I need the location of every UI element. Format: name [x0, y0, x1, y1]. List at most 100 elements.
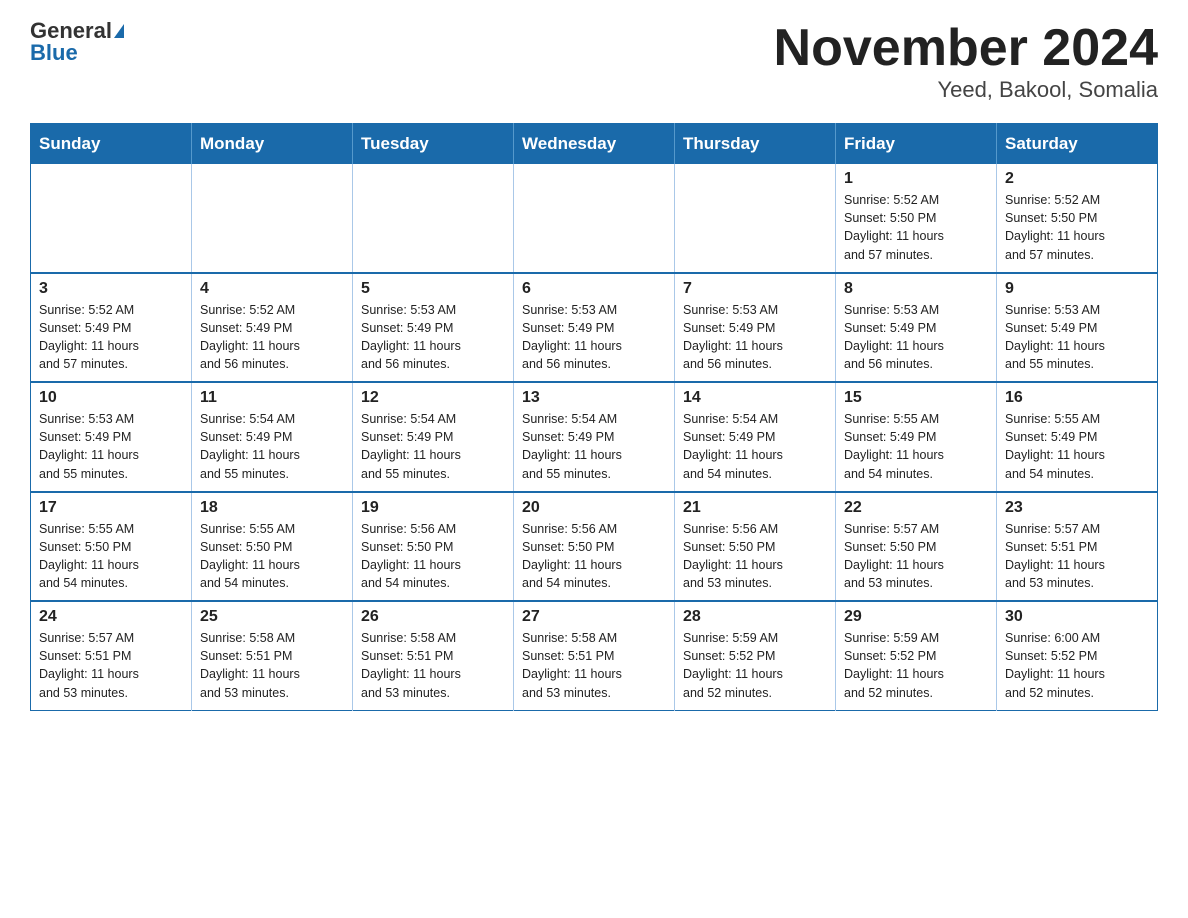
calendar-cell: 16 Sunrise: 5:55 AM Sunset: 5:49 PM Dayli… — [997, 382, 1158, 492]
day-info: Sunrise: 5:53 AM Sunset: 5:49 PM Dayligh… — [844, 301, 988, 374]
calendar-cell: 1 Sunrise: 5:52 AM Sunset: 5:50 PM Daylig… — [836, 164, 997, 273]
calendar-cell: 13 Sunrise: 5:54 AM Sunset: 5:49 PM Dayli… — [514, 382, 675, 492]
day-number: 6 — [522, 280, 666, 298]
calendar-cell: 8 Sunrise: 5:53 AM Sunset: 5:49 PM Daylig… — [836, 273, 997, 383]
day-number: 23 — [1005, 499, 1149, 517]
day-info: Sunrise: 5:52 AM Sunset: 5:49 PM Dayligh… — [200, 301, 344, 374]
calendar-cell: 29 Sunrise: 5:59 AM Sunset: 5:52 PM Dayli… — [836, 601, 997, 710]
day-number: 18 — [200, 499, 344, 517]
calendar-cell: 11 Sunrise: 5:54 AM Sunset: 5:49 PM Dayli… — [192, 382, 353, 492]
calendar-cell — [192, 164, 353, 273]
location-label: Yeed, Bakool, Somalia — [774, 77, 1158, 103]
day-number: 27 — [522, 608, 666, 626]
day-info: Sunrise: 5:57 AM Sunset: 5:51 PM Dayligh… — [1005, 520, 1149, 593]
weekday-header-row: SundayMondayTuesdayWednesdayThursdayFrid… — [31, 124, 1158, 165]
day-info: Sunrise: 5:53 AM Sunset: 5:49 PM Dayligh… — [522, 301, 666, 374]
calendar-cell: 15 Sunrise: 5:55 AM Sunset: 5:49 PM Dayli… — [836, 382, 997, 492]
day-number: 20 — [522, 499, 666, 517]
day-number: 8 — [844, 280, 988, 298]
day-info: Sunrise: 5:59 AM Sunset: 5:52 PM Dayligh… — [683, 629, 827, 702]
page-header: General Blue November 2024 Yeed, Bakool,… — [30, 20, 1158, 103]
day-info: Sunrise: 5:56 AM Sunset: 5:50 PM Dayligh… — [522, 520, 666, 593]
day-info: Sunrise: 5:52 AM Sunset: 5:50 PM Dayligh… — [1005, 191, 1149, 264]
calendar-cell: 9 Sunrise: 5:53 AM Sunset: 5:49 PM Daylig… — [997, 273, 1158, 383]
calendar-cell: 27 Sunrise: 5:58 AM Sunset: 5:51 PM Dayli… — [514, 601, 675, 710]
day-info: Sunrise: 5:55 AM Sunset: 5:50 PM Dayligh… — [39, 520, 183, 593]
calendar-cell: 30Sunrise: 6:00 AM Sunset: 5:52 PM Dayli… — [997, 601, 1158, 710]
day-info: Sunrise: 5:54 AM Sunset: 5:49 PM Dayligh… — [683, 410, 827, 483]
weekday-header-friday: Friday — [836, 124, 997, 165]
day-info: Sunrise: 5:52 AM Sunset: 5:49 PM Dayligh… — [39, 301, 183, 374]
day-info: Sunrise: 5:53 AM Sunset: 5:49 PM Dayligh… — [39, 410, 183, 483]
day-number: 1 — [844, 170, 988, 188]
calendar-cell: 19Sunrise: 5:56 AM Sunset: 5:50 PM Dayli… — [353, 492, 514, 602]
day-info: Sunrise: 5:55 AM Sunset: 5:49 PM Dayligh… — [844, 410, 988, 483]
calendar-cell: 12Sunrise: 5:54 AM Sunset: 5:49 PM Dayli… — [353, 382, 514, 492]
day-number: 15 — [844, 389, 988, 407]
day-number: 11 — [200, 389, 344, 407]
day-info: Sunrise: 5:54 AM Sunset: 5:49 PM Dayligh… — [200, 410, 344, 483]
day-number: 21 — [683, 499, 827, 517]
weekday-header-sunday: Sunday — [31, 124, 192, 165]
day-info: Sunrise: 5:58 AM Sunset: 5:51 PM Dayligh… — [522, 629, 666, 702]
day-info: Sunrise: 5:56 AM Sunset: 5:50 PM Dayligh… — [683, 520, 827, 593]
calendar-cell: 4 Sunrise: 5:52 AM Sunset: 5:49 PM Daylig… — [192, 273, 353, 383]
day-info: Sunrise: 5:59 AM Sunset: 5:52 PM Dayligh… — [844, 629, 988, 702]
logo-general-text: General — [30, 20, 112, 42]
weekday-header-saturday: Saturday — [997, 124, 1158, 165]
day-number: 10 — [39, 389, 183, 407]
calendar-cell — [514, 164, 675, 273]
calendar-cell: 5 Sunrise: 5:53 AM Sunset: 5:49 PM Daylig… — [353, 273, 514, 383]
day-number: 16 — [1005, 389, 1149, 407]
day-number: 4 — [200, 280, 344, 298]
day-number: 7 — [683, 280, 827, 298]
day-number: 2 — [1005, 170, 1149, 188]
day-number: 22 — [844, 499, 988, 517]
day-info: Sunrise: 5:53 AM Sunset: 5:49 PM Dayligh… — [361, 301, 505, 374]
day-number: 28 — [683, 608, 827, 626]
month-title: November 2024 — [774, 20, 1158, 77]
calendar-cell: 14Sunrise: 5:54 AM Sunset: 5:49 PM Dayli… — [675, 382, 836, 492]
day-info: Sunrise: 5:54 AM Sunset: 5:49 PM Dayligh… — [361, 410, 505, 483]
calendar-cell: 26Sunrise: 5:58 AM Sunset: 5:51 PM Dayli… — [353, 601, 514, 710]
week-row-4: 17Sunrise: 5:55 AM Sunset: 5:50 PM Dayli… — [31, 492, 1158, 602]
day-number: 29 — [844, 608, 988, 626]
day-info: Sunrise: 5:53 AM Sunset: 5:49 PM Dayligh… — [683, 301, 827, 374]
calendar-cell: 17Sunrise: 5:55 AM Sunset: 5:50 PM Dayli… — [31, 492, 192, 602]
calendar-cell: 6 Sunrise: 5:53 AM Sunset: 5:49 PM Daylig… — [514, 273, 675, 383]
day-number: 9 — [1005, 280, 1149, 298]
calendar-cell: 25 Sunrise: 5:58 AM Sunset: 5:51 PM Dayli… — [192, 601, 353, 710]
day-number: 30 — [1005, 608, 1149, 626]
calendar-cell: 24Sunrise: 5:57 AM Sunset: 5:51 PM Dayli… — [31, 601, 192, 710]
day-info: Sunrise: 5:54 AM Sunset: 5:49 PM Dayligh… — [522, 410, 666, 483]
day-info: Sunrise: 5:52 AM Sunset: 5:50 PM Dayligh… — [844, 191, 988, 264]
logo-blue-text: Blue — [30, 42, 78, 64]
weekday-header-monday: Monday — [192, 124, 353, 165]
calendar-cell — [353, 164, 514, 273]
day-info: Sunrise: 5:55 AM Sunset: 5:49 PM Dayligh… — [1005, 410, 1149, 483]
calendar-cell: 23 Sunrise: 5:57 AM Sunset: 5:51 PM Dayli… — [997, 492, 1158, 602]
day-number: 24 — [39, 608, 183, 626]
week-row-2: 3 Sunrise: 5:52 AM Sunset: 5:49 PM Daylig… — [31, 273, 1158, 383]
day-info: Sunrise: 5:58 AM Sunset: 5:51 PM Dayligh… — [361, 629, 505, 702]
calendar-cell: 7 Sunrise: 5:53 AM Sunset: 5:49 PM Daylig… — [675, 273, 836, 383]
day-info: Sunrise: 5:58 AM Sunset: 5:51 PM Dayligh… — [200, 629, 344, 702]
calendar-table: SundayMondayTuesdayWednesdayThursdayFrid… — [30, 123, 1158, 711]
week-row-1: 1 Sunrise: 5:52 AM Sunset: 5:50 PM Daylig… — [31, 164, 1158, 273]
logo: General Blue — [30, 20, 124, 64]
day-info: Sunrise: 5:55 AM Sunset: 5:50 PM Dayligh… — [200, 520, 344, 593]
calendar-cell: 21 Sunrise: 5:56 AM Sunset: 5:50 PM Dayli… — [675, 492, 836, 602]
week-row-3: 10 Sunrise: 5:53 AM Sunset: 5:49 PM Dayli… — [31, 382, 1158, 492]
day-info: Sunrise: 5:57 AM Sunset: 5:50 PM Dayligh… — [844, 520, 988, 593]
calendar-cell: 22 Sunrise: 5:57 AM Sunset: 5:50 PM Dayli… — [836, 492, 997, 602]
day-number: 5 — [361, 280, 505, 298]
weekday-header-thursday: Thursday — [675, 124, 836, 165]
logo-triangle-icon — [114, 24, 124, 38]
weekday-header-tuesday: Tuesday — [353, 124, 514, 165]
week-row-5: 24Sunrise: 5:57 AM Sunset: 5:51 PM Dayli… — [31, 601, 1158, 710]
day-number: 25 — [200, 608, 344, 626]
title-section: November 2024 Yeed, Bakool, Somalia — [774, 20, 1158, 103]
day-number: 13 — [522, 389, 666, 407]
day-number: 3 — [39, 280, 183, 298]
day-info: Sunrise: 5:53 AM Sunset: 5:49 PM Dayligh… — [1005, 301, 1149, 374]
